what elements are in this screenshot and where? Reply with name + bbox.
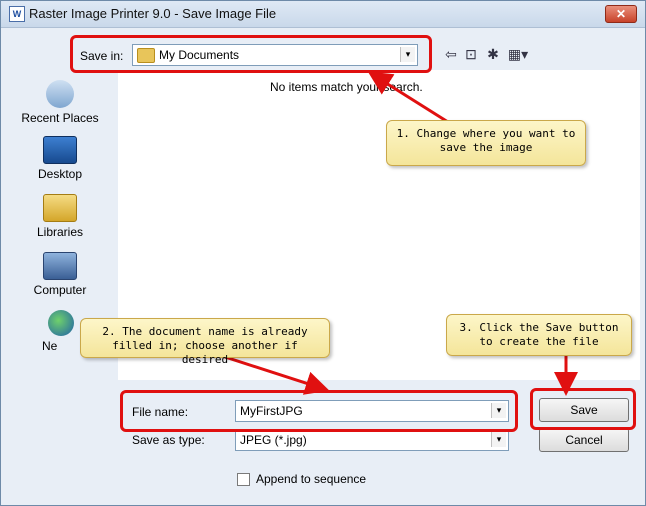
callout-step-one: 1. Change where you want to save the ima… <box>386 120 586 166</box>
arrow-to-save-in <box>367 71 449 124</box>
arrow-to-file-name <box>221 354 330 395</box>
callout-step-three: 3. Click the Save button to create the f… <box>446 314 632 356</box>
annotation-arrows <box>221 71 578 396</box>
callout-step-two: 2. The document name is already filled i… <box>80 318 330 366</box>
